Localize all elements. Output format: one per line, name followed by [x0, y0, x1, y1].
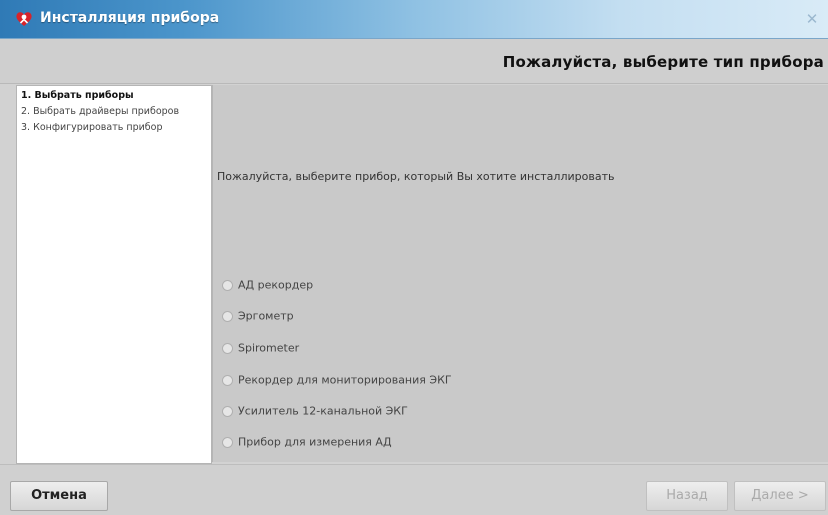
radio-button[interactable]: [222, 310, 233, 322]
radio-button[interactable]: [222, 279, 233, 291]
option-label: Рекордер для мониторирования ЭКГ: [238, 373, 452, 387]
radio-button[interactable]: [222, 436, 233, 448]
option-12-lead-ecg-amplifier[interactable]: Усилитель 12-канальной ЭКГ: [222, 404, 408, 420]
option-bp-monitor[interactable]: Прибор для измерения АД: [222, 435, 392, 451]
heart-person-icon: [16, 12, 32, 26]
option-label: АД рекордер: [238, 278, 314, 292]
radio-button[interactable]: [222, 405, 233, 417]
radio-button[interactable]: [222, 342, 233, 354]
steps-panel: 1. Выбрать приборы 2. Выбрать драйверы п…: [16, 85, 212, 464]
option-label: Spirometer: [238, 341, 300, 355]
step-select-drivers: 2. Выбрать драйверы приборов: [21, 106, 180, 117]
installer-window: Инсталляция прибора ✕ Пожалуйста, выбери…: [0, 0, 828, 515]
close-icon[interactable]: ✕: [802, 9, 822, 29]
back-button[interactable]: Назад: [646, 481, 728, 511]
wizard-header: Пожалуйста, выберите тип прибора: [0, 39, 828, 84]
radio-button[interactable]: [222, 374, 233, 386]
device-selection-panel: Пожалуйста, выберите прибор, который Вы …: [212, 85, 828, 462]
next-button[interactable]: Далее >: [734, 481, 826, 511]
step-configure-device: 3. Конфигурировать прибор: [21, 122, 163, 133]
option-ecg-holter-recorder[interactable]: Рекордер для мониторирования ЭКГ: [222, 373, 452, 389]
button-bar: Отмена Назад Далее >: [0, 464, 828, 515]
page-title: Пожалуйста, выберите тип прибора: [502, 53, 824, 71]
selection-prompt: Пожалуйста, выберите прибор, который Вы …: [217, 170, 615, 183]
option-ergometer[interactable]: Эргометр: [222, 309, 294, 325]
option-label: Эргометр: [238, 309, 294, 323]
option-bp-recorder[interactable]: АД рекордер: [222, 278, 313, 294]
option-label: Усилитель 12-канальной ЭКГ: [238, 404, 408, 418]
step-select-devices: 1. Выбрать приборы: [21, 90, 134, 101]
title-bar[interactable]: Инсталляция прибора ✕: [0, 0, 828, 39]
cancel-button[interactable]: Отмена: [10, 481, 108, 511]
window-title: Инсталляция прибора: [40, 10, 220, 26]
option-label: Прибор для измерения АД: [238, 435, 392, 449]
option-spirometer[interactable]: Spirometer: [222, 341, 299, 357]
